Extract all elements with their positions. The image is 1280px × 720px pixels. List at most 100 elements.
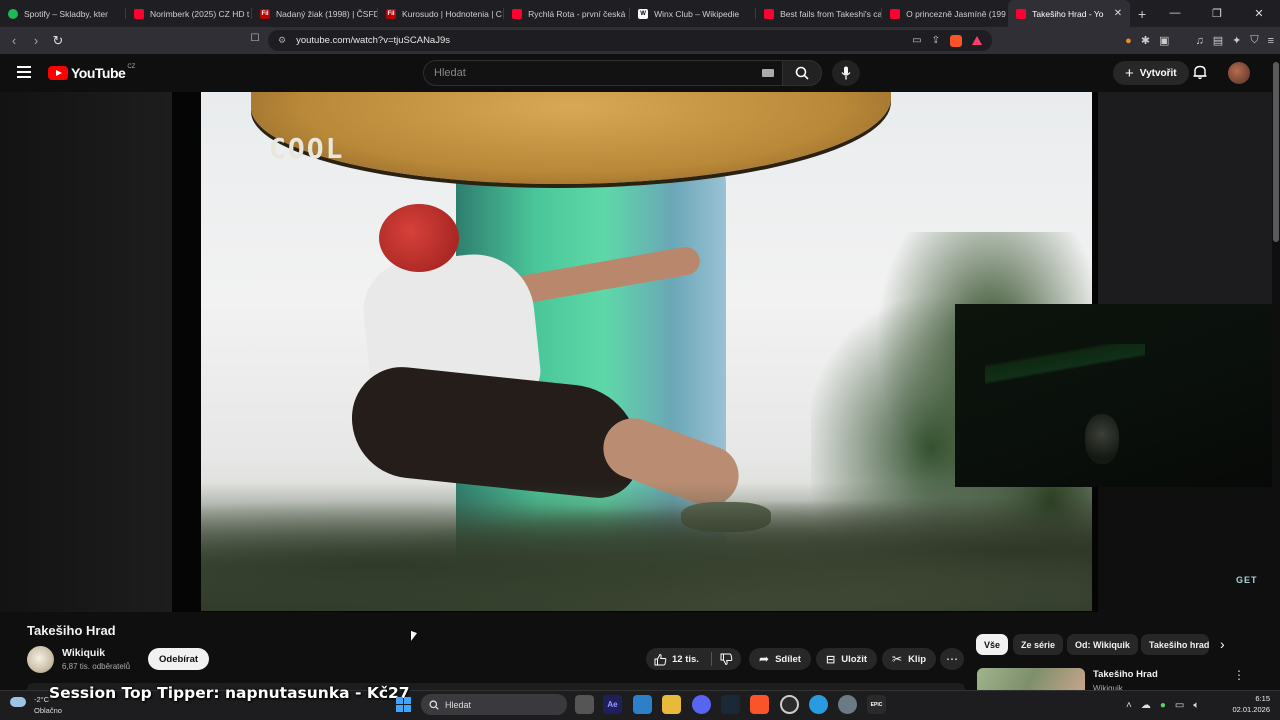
more-actions-button[interactable]: ⋯ xyxy=(940,648,964,670)
chip-all[interactable]: Vše xyxy=(976,634,1009,655)
extension-fox-icon[interactable]: ● xyxy=(1125,35,1132,47)
taskbar-search[interactable]: Hledat xyxy=(421,694,567,715)
keyboard-icon[interactable] xyxy=(762,69,774,77)
epic-games-icon[interactable]: EPIC xyxy=(867,695,886,714)
webcam-overlay xyxy=(955,304,1280,487)
stream-tipper-overlay: Session Top Tipper: napnutasunka - Kč27 xyxy=(49,684,410,702)
youtube-play-icon xyxy=(48,66,68,80)
save-button[interactable]: ⊟ Uložit xyxy=(816,648,878,670)
subscribe-button[interactable]: Odebírat xyxy=(148,648,210,670)
onedrive-icon[interactable]: ☁ xyxy=(1141,700,1151,711)
url-field[interactable]: ⚙ youtube.com/watch?v=tjuSCANaJ9s ▭ ⇪ xyxy=(268,30,992,51)
share-icon[interactable]: ⇪ xyxy=(932,35,940,46)
recommendation-title[interactable]: Takešiho Hrad xyxy=(1093,669,1158,680)
new-tab-button[interactable]: + xyxy=(1130,6,1154,22)
tab-takeshi-fails[interactable]: Best fails from Takeshi's ca xyxy=(756,0,883,27)
tab-spotify[interactable]: Spotify – Skladby, kter xyxy=(0,0,127,27)
user-avatar[interactable] xyxy=(1228,62,1250,84)
tab-rychla-rota[interactable]: Rychlá Rota - první česká xyxy=(504,0,631,27)
like-button[interactable]: 12 tis. xyxy=(654,653,699,666)
share-button[interactable]: ➦ Sdílet xyxy=(749,648,811,670)
cloud-icon xyxy=(10,697,26,707)
steam-icon[interactable] xyxy=(721,695,740,714)
chevron-right-icon[interactable]: › xyxy=(1220,636,1225,652)
obs-icon[interactable] xyxy=(780,695,799,714)
sidebar-icon[interactable]: ▣ xyxy=(1159,34,1169,47)
music-icon[interactable]: ♫ xyxy=(1195,35,1203,47)
close-window-icon[interactable]: ✕ xyxy=(1238,7,1280,20)
tab-norimberk[interactable]: Norimberk (2025) CZ HD t xyxy=(126,0,253,27)
tab-winx-club[interactable]: W Winx Club – Wikipedie xyxy=(630,0,757,27)
extensions-icon[interactable]: ✱ xyxy=(1141,34,1150,47)
cast-icon[interactable]: ▭ xyxy=(912,35,921,46)
discord-icon[interactable] xyxy=(692,695,711,714)
vpn-icon[interactable]: ⛉ xyxy=(1250,34,1258,47)
brave-rewards-icon[interactable] xyxy=(972,36,982,45)
network-icon[interactable]: ▭ xyxy=(1175,700,1184,711)
search-input[interactable]: Hledat xyxy=(423,60,783,86)
search-button[interactable] xyxy=(782,60,822,86)
tab-kurosudo[interactable]: Fil Kurosudo | Hodnotenia | C xyxy=(378,0,505,27)
close-tab-icon[interactable]: ✕ xyxy=(1114,8,1122,19)
site-info-icon[interactable]: ⚙ xyxy=(278,35,286,46)
brave-shield-icon[interactable] xyxy=(950,34,962,47)
tab-label: Takešiho Hrad - Yo xyxy=(1032,8,1104,19)
video-title: Takešiho Hrad xyxy=(27,623,116,638)
weather-widget[interactable]: -2°C Oblačno xyxy=(10,695,62,715)
hamburger-menu-icon[interactable] xyxy=(17,66,31,78)
volume-icon[interactable]: 🔈︎ xyxy=(1193,700,1199,711)
youtube-icon xyxy=(764,8,775,19)
windows-start-icon[interactable] xyxy=(396,697,411,712)
wikipedia-icon: W xyxy=(638,8,649,19)
settings-gear-icon[interactable] xyxy=(838,695,857,714)
share-arrow-icon: ➦ xyxy=(759,652,770,666)
streamer-face xyxy=(1085,414,1119,464)
create-button[interactable]: + Vytvořit xyxy=(1113,61,1189,85)
tab-label: Rychlá Rota - první česká xyxy=(528,8,626,19)
leo-ai-icon[interactable]: ✦ xyxy=(1232,34,1241,47)
after-effects-icon[interactable]: Ae xyxy=(603,695,622,714)
more-vertical-icon[interactable]: ⋮ xyxy=(1233,668,1245,682)
search-icon xyxy=(795,66,809,80)
youtube-icon xyxy=(890,8,901,19)
bookmark-icon[interactable]: ☐ xyxy=(244,33,266,44)
forward-icon[interactable]: › xyxy=(25,33,47,48)
mouse-cursor xyxy=(411,630,417,644)
taskbar-clock[interactable]: 6:15 02.01.2026 xyxy=(1226,693,1270,715)
notifications-bell-icon[interactable] xyxy=(1192,64,1208,80)
tab-princezna-jasmina[interactable]: O princezně Jasmíně (199 xyxy=(882,0,1008,27)
channel-avatar[interactable] xyxy=(27,646,54,673)
dislike-button[interactable] xyxy=(720,653,733,666)
page-scrollbar[interactable] xyxy=(1272,54,1280,690)
recommendation-thumbnail[interactable] xyxy=(977,668,1085,690)
task-view-icon[interactable] xyxy=(575,695,594,714)
maximize-icon[interactable]: ❐ xyxy=(1196,7,1238,20)
tab-takesiho-hrad[interactable]: Takešiho Hrad - Yo ✕ xyxy=(1008,0,1131,27)
photos-icon[interactable] xyxy=(633,695,652,714)
microphone-tray-icon[interactable]: ● xyxy=(1160,700,1166,711)
tab-label: Best fails from Takeshi's ca xyxy=(780,8,883,19)
youtube-icon xyxy=(1016,8,1027,19)
youtube-header: YouTube CZ Hledat + Vytvořit xyxy=(0,54,1280,92)
scrollbar-thumb[interactable] xyxy=(1273,62,1279,242)
chip-topic[interactable]: Takešiho hrad xyxy=(1141,634,1209,655)
tab-nadany-ziak[interactable]: Fil Nadaný žiak (1998) | ČSFD xyxy=(252,0,379,27)
channel-name[interactable]: Wikiquik xyxy=(62,647,105,659)
back-icon[interactable]: ‹ xyxy=(3,33,25,48)
microphone-icon xyxy=(841,66,851,80)
reload-icon[interactable]: ↻ xyxy=(47,33,69,49)
youtube-logo[interactable]: YouTube CZ xyxy=(48,64,135,81)
wallet-icon[interactable]: ▤ xyxy=(1213,34,1223,47)
voice-search-button[interactable] xyxy=(832,60,860,86)
scissors-icon: ✂ xyxy=(892,652,903,666)
file-explorer-icon[interactable] xyxy=(662,695,681,714)
app-blue-icon[interactable] xyxy=(809,695,828,714)
tray-chevron-icon[interactable]: ˄ xyxy=(1126,700,1132,711)
chip-from-series[interactable]: Ze série xyxy=(1013,634,1064,655)
brave-browser-icon[interactable] xyxy=(750,695,769,714)
minimize-icon[interactable]: — xyxy=(1154,7,1196,20)
clip-button[interactable]: ✂ Klip xyxy=(882,648,937,670)
menu-icon[interactable]: ≡ xyxy=(1268,35,1274,47)
chip-from-channel[interactable]: Od: Wikiquik xyxy=(1067,634,1138,655)
tab-label: O princezně Jasmíně (199 xyxy=(906,8,1006,19)
